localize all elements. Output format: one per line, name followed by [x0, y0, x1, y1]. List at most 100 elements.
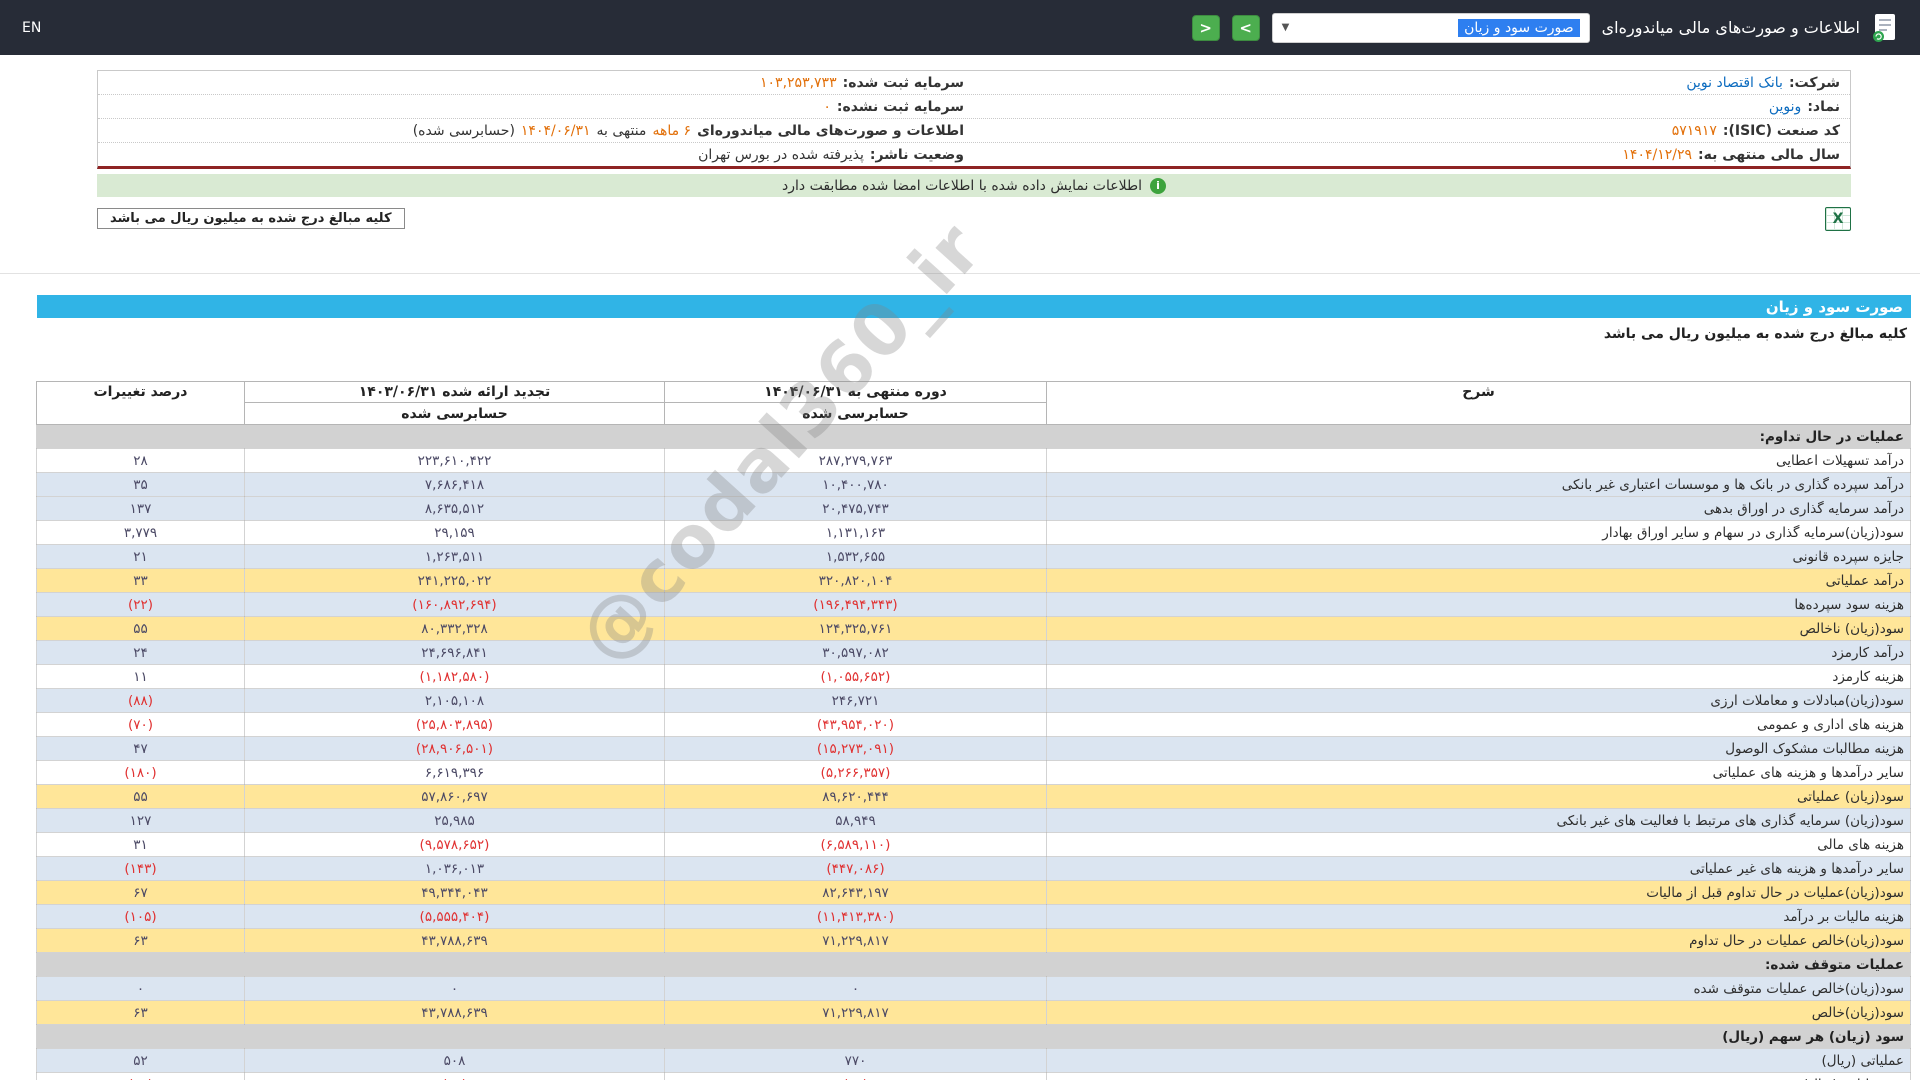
table-row: سود(زیان)سرمایه گذاری در سهام و سایر اور…: [37, 521, 1911, 545]
current-period-value: ۳۰,۵۹۷,۰۸۲: [665, 641, 1047, 665]
symbol-value[interactable]: ونوین: [1769, 99, 1801, 115]
table-row: سود(زیان)خالص عملیات متوقف شده۰۰۰: [37, 977, 1911, 1001]
current-period-value: ۱,۵۳۲,۶۵۵: [665, 545, 1047, 569]
page-title: اطلاعات و صورت‌های مالی میاندوره‌ای: [1602, 18, 1860, 37]
top-navbar: اطلاعات و صورت‌های مالی میاندوره‌ای صورت…: [0, 0, 1920, 55]
prior-period-value: ۵۰۸: [245, 1049, 665, 1073]
report-title-bar: صورت سود و زیان: [37, 295, 1911, 318]
prior-period-value: ۱,۲۶۳,۵۱۱: [245, 545, 665, 569]
change-percent-value: ۱۳۷: [37, 497, 245, 521]
table-row: غیرعملیاتی (ریال)(۸۰)(۶۵)(۲۳): [37, 1073, 1911, 1080]
table-row: هزینه مالیات بر درآمد(۱۱,۴۱۳,۳۸۰)(۵,۵۵۵,…: [37, 905, 1911, 929]
change-percent-value: (۲۲): [37, 593, 245, 617]
current-period-value: (۱۵,۲۷۳,۰۹۱): [665, 737, 1047, 761]
symbol-label: نماد:: [1807, 99, 1840, 115]
language-toggle[interactable]: EN: [22, 20, 41, 36]
table-row: جایزه سپرده قانونی۱,۵۳۲,۶۵۵۱,۲۶۳,۵۱۱۲۱: [37, 545, 1911, 569]
prior-period-value: ۲۵,۹۸۵: [245, 809, 665, 833]
current-period-value: ۱۰,۴۰۰,۷۸۰: [665, 473, 1047, 497]
prior-period-value: (۹,۵۷۸,۶۵۲): [245, 833, 665, 857]
company-name-link[interactable]: بانک اقتصاد نوین: [1686, 75, 1783, 91]
info-row: کد صنعت (ISIC): ۵۷۱۹۱۷ اطلاعات و صورت‌ها…: [98, 119, 1850, 143]
dropdown-selected-value: صورت سود و زیان: [1458, 19, 1580, 37]
section-label: سود (زیان) هر سهم (ریال): [37, 1025, 1911, 1049]
statement-type-dropdown[interactable]: صورت سود و زیان ▼: [1272, 13, 1590, 43]
change-percent-value: ۵۲: [37, 1049, 245, 1073]
nav-arrow-right-button[interactable]: >: [1232, 15, 1260, 41]
current-period-value: ۵۸,۹۴۹: [665, 809, 1047, 833]
chevron-down-icon: ▼: [1282, 22, 1290, 33]
row-label: درآمد عملیاتی: [1047, 569, 1911, 593]
table-row: سود(زیان) ناخالص۱۲۴,۳۲۵,۷۶۱۸۰,۳۳۲,۳۲۸۵۵: [37, 617, 1911, 641]
prior-period-value: ۴۳,۷۸۸,۶۳۹: [245, 929, 665, 953]
prior-period-value: (۶۵): [245, 1073, 665, 1080]
period-field: اطلاعات و صورت‌های مالی میاندوره‌ای ۶ ما…: [98, 119, 974, 142]
prior-period-value: ۱,۰۳۶,۰۱۳: [245, 857, 665, 881]
change-percent-value: ۰: [37, 977, 245, 1001]
row-label: سود(زیان)مبادلات و معاملات ارزی: [1047, 689, 1911, 713]
subheader-audited-prior: حسابرسی شده: [245, 403, 665, 425]
registered-capital-label: سرمایه ثبت شده:: [843, 75, 964, 91]
info-row: سال مالی منتهی به: ۱۴۰۴/۱۲/۲۹ وضعیت ناشر…: [98, 143, 1850, 166]
notice-text: اطلاعات نمایش داده شده با اطلاعات امضا ش…: [782, 178, 1142, 194]
current-period-value: ۱۲۴,۳۲۵,۷۶۱: [665, 617, 1047, 641]
current-period-value: (۶,۵۸۹,۱۱۰): [665, 833, 1047, 857]
prior-period-value: ۲۴۱,۲۲۵,۰۲۲: [245, 569, 665, 593]
excel-export-button[interactable]: X: [1825, 207, 1851, 231]
info-icon: i: [1150, 178, 1166, 194]
table-row: سود(زیان)مبادلات و معاملات ارزی۲۴۶,۷۲۱۲,…: [37, 689, 1911, 713]
row-label: هزینه سود سپرده‌ها: [1047, 593, 1911, 617]
row-label: سایر درآمدها و هزینه های غیر عملیاتی: [1047, 857, 1911, 881]
change-percent-value: (۱۴۳): [37, 857, 245, 881]
row-label: سود(زیان)سرمایه گذاری در سهام و سایر اور…: [1047, 521, 1911, 545]
row-label: سود(زیان) سرمایه گذاری های مرتبط با فعال…: [1047, 809, 1911, 833]
current-period-value: (۴۳,۹۵۴,۰۲۰): [665, 713, 1047, 737]
company-field: شرکت: بانک اقتصاد نوین: [974, 71, 1850, 94]
current-period-value: ۸۲,۶۴۳,۱۹۷: [665, 881, 1047, 905]
isic-value: ۵۷۱۹۱۷: [1672, 123, 1717, 139]
income-table-body: عملیات در حال تداوم:درآمد تسهیلات اعطایی…: [37, 425, 1911, 1080]
change-percent-value: ۲۴: [37, 641, 245, 665]
table-row: سایر درآمدها و هزینه های عملیاتی(۵,۲۶۶,۳…: [37, 761, 1911, 785]
table-row: سایر درآمدها و هزینه های غیر عملیاتی(۴۴۷…: [37, 857, 1911, 881]
prior-period-value: ۷,۶۸۶,۴۱۸: [245, 473, 665, 497]
info-row: نماد: ونوین سرمایه ثبت نشده: ۰: [98, 95, 1850, 119]
reports-icon[interactable]: [1872, 13, 1898, 43]
isic-field: کد صنعت (ISIC): ۵۷۱۹۱۷: [974, 119, 1850, 142]
publisher-status-field: وضعیت ناشر: پذیرفته شده در بورس تهران: [98, 143, 974, 166]
current-period-value: ۷۱,۲۲۹,۸۱۷: [665, 1001, 1047, 1025]
fiscal-year-label: سال مالی منتهی به:: [1698, 147, 1840, 163]
table-row: سود(زیان) سرمایه گذاری های مرتبط با فعال…: [37, 809, 1911, 833]
change-percent-value: ۲۱: [37, 545, 245, 569]
tools-row: X کلیه مبالغ درج شده به میلیون ریال می ب…: [97, 207, 1851, 230]
table-row: هزینه مطالبات مشکوک الوصول(۱۵,۲۷۳,۰۹۱)(۲…: [37, 737, 1911, 761]
current-period-value: ۲۴۶,۷۲۱: [665, 689, 1047, 713]
current-period-value: ۱,۱۳۱,۱۶۳: [665, 521, 1047, 545]
table-row: سود(زیان)خالص عملیات در حال تداوم۷۱,۲۲۹,…: [37, 929, 1911, 953]
current-period-value: ۷۷۰: [665, 1049, 1047, 1073]
unregistered-capital-label: سرمایه ثبت نشده:: [837, 99, 964, 115]
table-row: درآمد تسهیلات اعطایی۲۸۷,۲۷۹,۷۶۳۲۲۳,۶۱۰,۴…: [37, 449, 1911, 473]
prior-period-value: ۵۷,۸۶۰,۶۹۷: [245, 785, 665, 809]
excel-icon: X: [1833, 211, 1844, 227]
row-label: سود(زیان)خالص: [1047, 1001, 1911, 1025]
row-label: هزینه مالیات بر درآمد: [1047, 905, 1911, 929]
table-row: عملیاتی (ریال)۷۷۰۵۰۸۵۲: [37, 1049, 1911, 1073]
table-row: هزینه سود سپرده‌ها(۱۹۶,۴۹۴,۳۴۳)(۱۶۰,۸۹۲,…: [37, 593, 1911, 617]
nav-arrow-left-button[interactable]: <: [1192, 15, 1220, 41]
change-percent-value: ۳۵: [37, 473, 245, 497]
change-percent-value: ۲۸: [37, 449, 245, 473]
prior-period-value: ۴۹,۳۴۴,۰۴۳: [245, 881, 665, 905]
row-label: هزینه های مالی: [1047, 833, 1911, 857]
prior-period-value: (۱,۱۸۲,۵۸۰): [245, 665, 665, 689]
current-period-value: (۸۰): [665, 1073, 1047, 1080]
change-percent-value: ۳,۷۷۹: [37, 521, 245, 545]
row-label: سود(زیان)خالص عملیات متوقف شده: [1047, 977, 1911, 1001]
change-percent-value: ۴۷: [37, 737, 245, 761]
row-label: هزینه مطالبات مشکوک الوصول: [1047, 737, 1911, 761]
row-label: هزینه های اداری و عمومی: [1047, 713, 1911, 737]
section-row: سود (زیان) هر سهم (ریال): [37, 1025, 1911, 1049]
publisher-status-label: وضعیت ناشر:: [870, 147, 964, 163]
row-label: درآمد سپرده گذاری در بانک ها و موسسات اع…: [1047, 473, 1911, 497]
header-description: شرح: [1047, 382, 1911, 425]
